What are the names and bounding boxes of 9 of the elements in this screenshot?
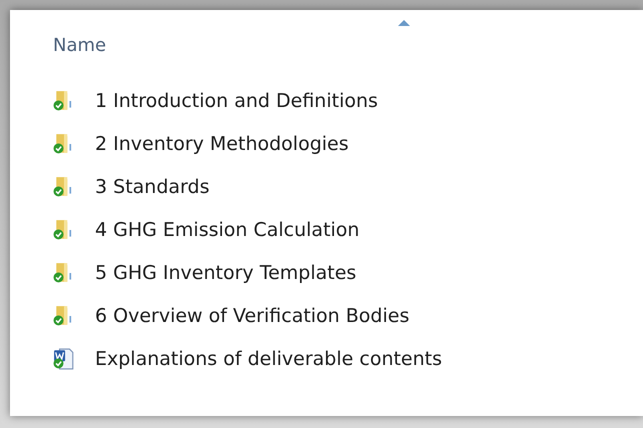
folder-name[interactable]: 3 Standards bbox=[95, 176, 210, 198]
file-name[interactable]: Explanations of deliverable contents bbox=[95, 348, 442, 370]
column-header[interactable]: Name bbox=[53, 35, 106, 56]
folder-name[interactable]: 4 GHG Emission Calculation bbox=[95, 218, 360, 240]
folder-name[interactable]: 2 Inventory Methodologies bbox=[95, 132, 349, 154]
folder-name[interactable]: 6 Overview of Verification Bodies bbox=[95, 304, 410, 326]
folder-name[interactable]: 1 Introduction and Definitions bbox=[95, 90, 378, 112]
word-document-icon bbox=[53, 348, 75, 370]
folder-name[interactable]: 5 GHG Inventory Templates bbox=[95, 262, 356, 284]
